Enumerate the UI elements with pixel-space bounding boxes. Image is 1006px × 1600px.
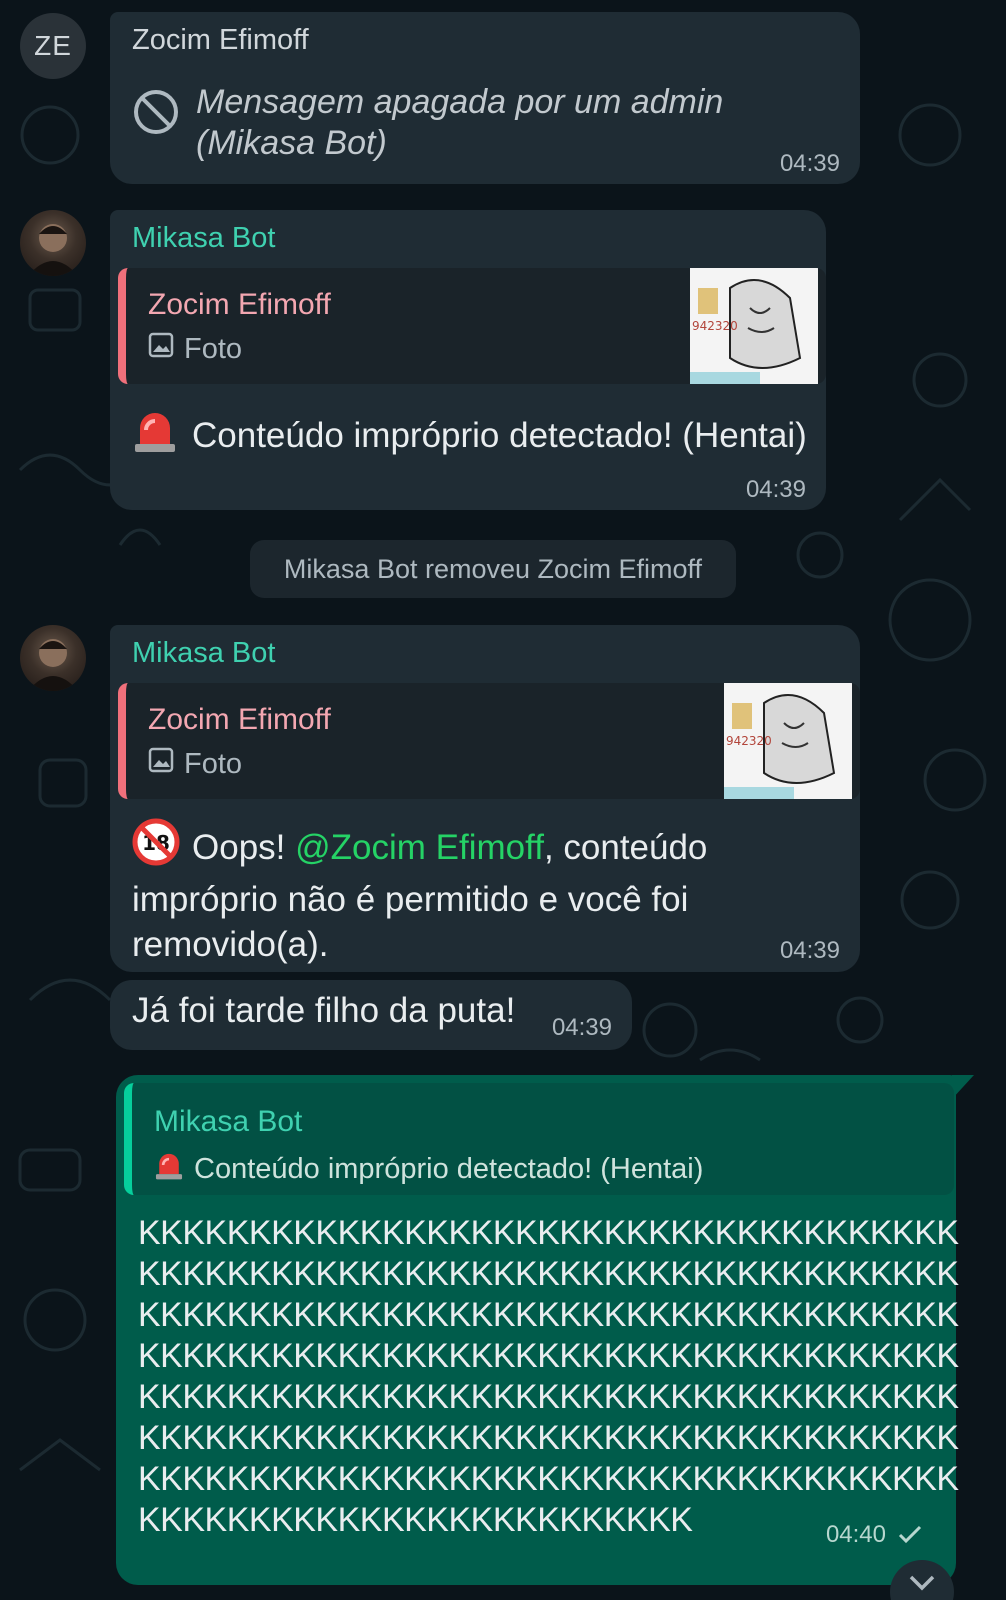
image-icon xyxy=(148,332,174,366)
chat-thread[interactable]: ZE Zocim Efimoff Mensagem apagada por um… xyxy=(0,0,1006,1600)
quote-sender: Zocim Efimoff xyxy=(148,288,331,321)
siren-icon xyxy=(154,1149,184,1189)
quote-sender: Mikasa Bot xyxy=(154,1105,303,1138)
sender-name[interactable]: Mikasa Bot xyxy=(132,637,275,670)
quote-thumbnail: 942320 xyxy=(724,683,852,799)
message-time: 04:39 xyxy=(779,937,840,964)
thumb-caption: 942320 xyxy=(726,734,772,748)
image-icon xyxy=(148,747,174,781)
message-time: 04:39 xyxy=(779,150,840,177)
text-line: KKKKKKKKKKKKKKKKKKKKKKKKKKKKKKKKKKKKK xyxy=(138,1337,959,1375)
avatar-mikasa-bot[interactable] xyxy=(20,210,86,276)
short-message-bubble[interactable]: Já foi tarde filho da puta! 04:39 xyxy=(110,980,632,1050)
deleted-message-text: Mensagem apagada por um admin (Mikasa Bo… xyxy=(196,83,724,162)
quote-type: Foto xyxy=(148,332,242,366)
quote-sender: Zocim Efimoff xyxy=(148,703,331,736)
blocked-icon xyxy=(132,88,180,141)
quote-text-label: Conteúdo impróprio detectado! (Hentai) xyxy=(194,1152,704,1185)
avatar-mikasa-bot[interactable] xyxy=(20,625,86,691)
system-message: Mikasa Bot removeu Zocim Efimoff xyxy=(250,540,736,598)
bot-removal-bubble[interactable]: Mikasa Bot Zocim Efimoff Foto 942320 Oop… xyxy=(110,625,860,972)
message-text-line: removido(a). xyxy=(132,925,329,964)
deleted-message-row: Mensagem apagada por um admin (Mikasa Bo… xyxy=(132,82,756,164)
user-mention[interactable]: @Zocim Efimoff xyxy=(295,825,544,870)
quote-text: Conteúdo impróprio detectado! (Hentai) xyxy=(154,1149,703,1189)
laughing-text: KKKKKKKKKKKKKKKKKKKKKKKKKKKKKKKKKKKKK KK… xyxy=(138,1213,959,1541)
bot-message-text: Conteúdo impróprio detectado! (Hentai) xyxy=(192,416,807,455)
message-text: Já foi tarde filho da puta! xyxy=(132,991,516,1030)
sender-name[interactable]: Mikasa Bot xyxy=(132,222,275,255)
text-line: KKKKKKKKKKKKKKKKKKKKKKKKKKKKKKKKKKKKK xyxy=(138,1460,959,1498)
message-time: 04:39 xyxy=(551,1014,612,1041)
quoted-message[interactable]: Zocim Efimoff Foto 942320 xyxy=(118,683,860,799)
message-text-part: , conteúdo xyxy=(543,828,708,867)
text-line: KKKKKKKKKKKKKKKKKKKKKKKKKKKKKKKKKKKKK xyxy=(138,1378,959,1416)
deleted-message-bubble[interactable]: Zocim Efimoff Mensagem apagada por um ad… xyxy=(110,12,860,184)
no-under-18-icon: 18 xyxy=(132,818,180,877)
scroll-down-button[interactable] xyxy=(890,1560,954,1600)
avatar-zocim[interactable]: ZE xyxy=(20,13,86,79)
quote-thumbnail: 942320 xyxy=(690,268,818,384)
message-time: 04:39 xyxy=(745,476,806,503)
message-time: 04:40 xyxy=(825,1521,886,1548)
siren-icon xyxy=(132,406,178,465)
profile-photo-icon xyxy=(28,224,78,276)
text-line: KKKKKKKKKKKKKKKKKKKKKKKKKKKKKKKKKKKKK xyxy=(138,1214,959,1252)
quoted-message[interactable]: Zocim Efimoff Foto 942320 xyxy=(118,268,826,384)
chevron-down-icon xyxy=(909,1575,935,1591)
text-line: KKKKKKKKKKKKKKKKKKKKKKKKKKKKKKKKKKKKK xyxy=(138,1296,959,1334)
outgoing-message-bubble[interactable]: Mikasa Bot Conteúdo impróprio detectado!… xyxy=(116,1075,974,1585)
text-line: KKKKKKKKKKKKKKKKKKKKKKKKKKKKKKKKKKKKK xyxy=(138,1419,959,1457)
single-check-icon xyxy=(896,1523,924,1550)
bot-message-row: Conteúdo impróprio detectado! (Hentai) xyxy=(132,406,807,465)
profile-photo-icon xyxy=(28,639,78,691)
thumb-caption: 942320 xyxy=(692,319,738,333)
quoted-message[interactable]: Mikasa Bot Conteúdo impróprio detectado!… xyxy=(124,1083,954,1195)
quote-type-label: Foto xyxy=(184,747,243,780)
sender-name[interactable]: Zocim Efimoff xyxy=(132,24,309,57)
message-text-line: impróprio não é permitido e você foi xyxy=(132,880,689,919)
quote-type-label: Foto xyxy=(184,332,243,365)
bubble-tail xyxy=(952,1075,974,1099)
message-text-part: Oops! xyxy=(192,828,286,867)
bot-message-text: 18 Oops! @Zocim Efimoff , conteúdo impró… xyxy=(132,818,832,967)
text-line: KKKKKKKKKKKKKKKKKKKKKKKKKKKKKKKKKKKKK xyxy=(138,1255,959,1293)
bot-detection-bubble[interactable]: Mikasa Bot Zocim Efimoff Foto 942320 Con… xyxy=(110,210,826,510)
quote-type: Foto xyxy=(148,747,242,781)
